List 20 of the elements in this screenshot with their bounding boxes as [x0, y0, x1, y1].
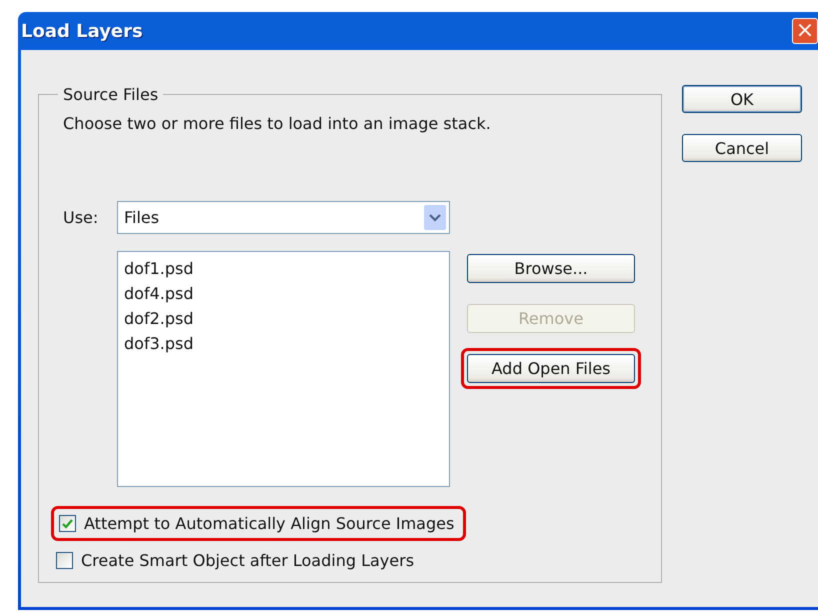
checkbox[interactable] [56, 552, 73, 569]
description-text: Choose two or more files to load into an image stack. [63, 114, 492, 133]
group-title: Source Files [62, 85, 160, 104]
use-dropdown[interactable]: Files [117, 201, 450, 234]
add-open-files-button[interactable]: Add Open Files [467, 354, 635, 383]
close-button[interactable]: × [792, 18, 818, 44]
file-list-item[interactable]: dof1.psd [124, 256, 443, 281]
file-list-item[interactable]: dof2.psd [124, 306, 443, 331]
checkbox[interactable] [59, 515, 76, 532]
check-icon [62, 518, 73, 528]
chevron-down-icon [429, 214, 441, 222]
checkbox-label[interactable]: Attempt to Automatically Align Source Images [84, 514, 454, 533]
checkbox-label[interactable]: Create Smart Object after Loading Layers [81, 551, 414, 570]
ok-button[interactable]: OK [682, 85, 802, 113]
window-title: Load Layers [21, 20, 143, 42]
cancel-button[interactable]: Cancel [682, 134, 802, 162]
use-label: Use: [63, 208, 100, 227]
file-list-item[interactable]: dof4.psd [124, 281, 443, 306]
file-list-item[interactable]: dof3.psd [124, 331, 443, 356]
browse-button[interactable]: Browse... [467, 254, 635, 283]
